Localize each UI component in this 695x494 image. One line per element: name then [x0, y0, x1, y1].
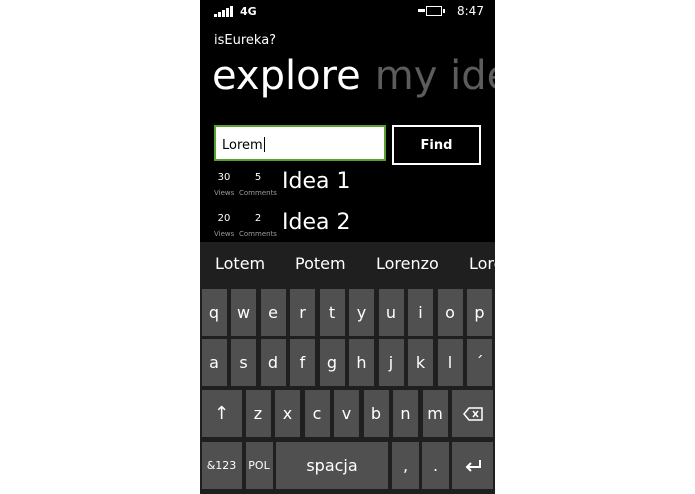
- pivot-item-my-ideas[interactable]: my ideas: [375, 53, 495, 99]
- signal-strength-icon: [214, 6, 234, 17]
- key-t[interactable]: t: [319, 289, 345, 336]
- key-n[interactable]: n: [393, 390, 418, 437]
- key-m[interactable]: m: [422, 390, 448, 437]
- find-button[interactable]: Find: [392, 125, 481, 165]
- symbols-key[interactable]: &123: [201, 442, 242, 489]
- key-f[interactable]: f: [290, 339, 315, 386]
- search-input-value: Lorem: [222, 138, 263, 153]
- pivot-header: explore my ideas: [212, 54, 495, 98]
- key-r[interactable]: r: [290, 289, 315, 336]
- key-a[interactable]: a: [201, 339, 227, 386]
- comments-count: 5 Comments: [239, 172, 277, 197]
- key-comma[interactable]: ,: [392, 442, 419, 489]
- key-y[interactable]: y: [349, 289, 374, 336]
- enter-key[interactable]: [452, 442, 493, 489]
- key-accent[interactable]: ´: [467, 339, 492, 386]
- key-s[interactable]: s: [231, 339, 256, 386]
- app-title: isEureka?: [214, 33, 277, 48]
- phone-screen: 4G 8:47 isEureka? exploremy ideas Lorem …: [200, 0, 495, 494]
- clock: 8:47: [457, 4, 484, 18]
- key-q[interactable]: q: [201, 289, 227, 336]
- suggestion-item[interactable]: Lorenzo: [376, 254, 439, 273]
- key-k[interactable]: k: [408, 339, 433, 386]
- suggestion-item[interactable]: Lotem: [215, 254, 265, 273]
- backspace-icon: [462, 406, 483, 421]
- search-input[interactable]: Lorem: [214, 125, 386, 161]
- enter-icon: [465, 459, 481, 472]
- list-item[interactable]: 30 Views 5 Comments Idea 1: [214, 169, 474, 210]
- key-u[interactable]: u: [378, 289, 404, 336]
- backspace-key[interactable]: [452, 390, 493, 437]
- key-g[interactable]: g: [319, 339, 345, 386]
- key-x[interactable]: x: [275, 390, 300, 437]
- network-type: 4G: [240, 5, 257, 18]
- key-z[interactable]: z: [245, 390, 271, 437]
- shift-arrow-icon: ↑: [213, 403, 230, 424]
- on-screen-keyboard: Lotem Potem Lorenzo Lorem qwertyuiop asdf…: [200, 242, 495, 494]
- text-caret: [263, 137, 265, 152]
- comments-count: 2 Comments: [239, 213, 277, 238]
- suggestion-bar: Lotem Potem Lorenzo Lorem: [200, 242, 495, 286]
- suggestion-item[interactable]: Lorem: [469, 254, 495, 273]
- key-o[interactable]: o: [437, 289, 463, 336]
- suggestion-item[interactable]: Potem: [295, 254, 346, 273]
- key-h[interactable]: h: [349, 339, 374, 386]
- key-d[interactable]: d: [260, 339, 286, 386]
- shift-key[interactable]: ↑: [201, 390, 242, 437]
- views-count: 20 Views: [214, 213, 235, 238]
- views-count: 30 Views: [214, 172, 235, 197]
- status-bar: 4G 8:47: [200, 0, 495, 22]
- key-i[interactable]: i: [408, 289, 433, 336]
- key-v[interactable]: v: [334, 390, 359, 437]
- idea-title: Idea 2: [282, 210, 351, 235]
- key-l[interactable]: l: [437, 339, 463, 386]
- key-b[interactable]: b: [363, 390, 389, 437]
- pivot-item-explore[interactable]: explore: [212, 53, 361, 99]
- key-j[interactable]: j: [378, 339, 404, 386]
- key-c[interactable]: c: [304, 390, 330, 437]
- key-p[interactable]: p: [467, 289, 492, 336]
- idea-title: Idea 1: [282, 169, 351, 194]
- key-e[interactable]: e: [260, 289, 286, 336]
- battery-charging-icon: [418, 6, 445, 16]
- key-w[interactable]: w: [231, 289, 256, 336]
- space-key[interactable]: spacja: [276, 442, 388, 489]
- language-key[interactable]: POL: [245, 442, 273, 489]
- key-period[interactable]: .: [422, 442, 449, 489]
